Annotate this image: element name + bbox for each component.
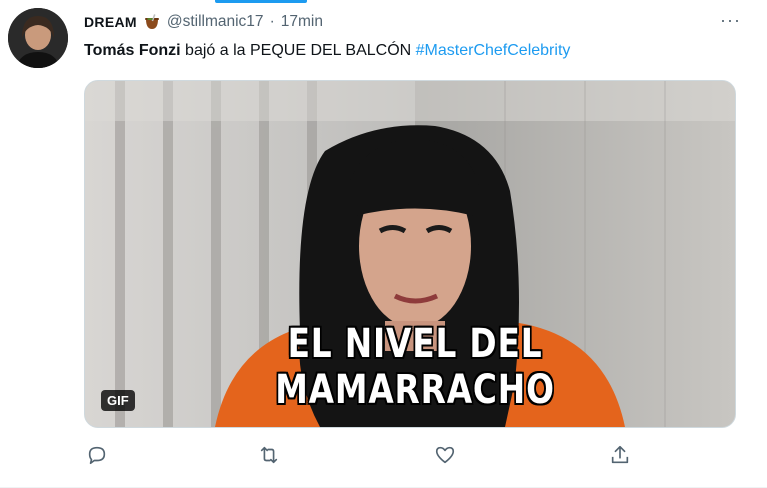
like-icon <box>435 446 455 464</box>
like-button[interactable] <box>432 442 458 468</box>
tweet-header: DREAM @stillmanic17 · 17min <box>84 10 737 34</box>
reply-icon <box>88 446 106 465</box>
more-options-icon[interactable]: ··· <box>720 10 741 31</box>
tweet-card[interactable]: DREAM @stillmanic17 · 17min ··· Tomás Fo… <box>0 0 767 488</box>
tweet-text: Tomás Fonzi bajó a la PEQUE DEL BALCÓN #… <box>84 40 570 62</box>
display-name[interactable]: DREAM <box>84 14 137 30</box>
tweet-actions <box>84 442 644 470</box>
hashtag-link[interactable]: #MasterChefCelebrity <box>416 42 571 59</box>
share-button[interactable] <box>607 442 633 468</box>
retweet-icon <box>260 446 278 464</box>
gif-badge: GIF <box>101 390 135 411</box>
avatar-image <box>8 8 68 68</box>
tweet-body: bajó a la PEQUE DEL BALCÓN <box>180 42 416 59</box>
reply-button[interactable] <box>84 442 110 468</box>
gif-media[interactable]: GIF EL NIVEL DEL MAMARRACHO <box>84 80 736 428</box>
avatar[interactable] <box>8 8 68 68</box>
mate-cup-icon <box>143 13 161 31</box>
active-tab-indicator <box>215 0 307 3</box>
gif-caption: EL NIVEL DEL MAMARRACHO <box>275 321 555 413</box>
retweet-button[interactable] <box>256 442 282 468</box>
share-icon <box>611 445 629 464</box>
timestamp[interactable]: 17min <box>281 13 323 31</box>
separator-dot: · <box>269 13 275 30</box>
mentioned-name: Tomás Fonzi <box>84 42 181 59</box>
user-handle[interactable]: @stillmanic17 <box>167 13 264 31</box>
